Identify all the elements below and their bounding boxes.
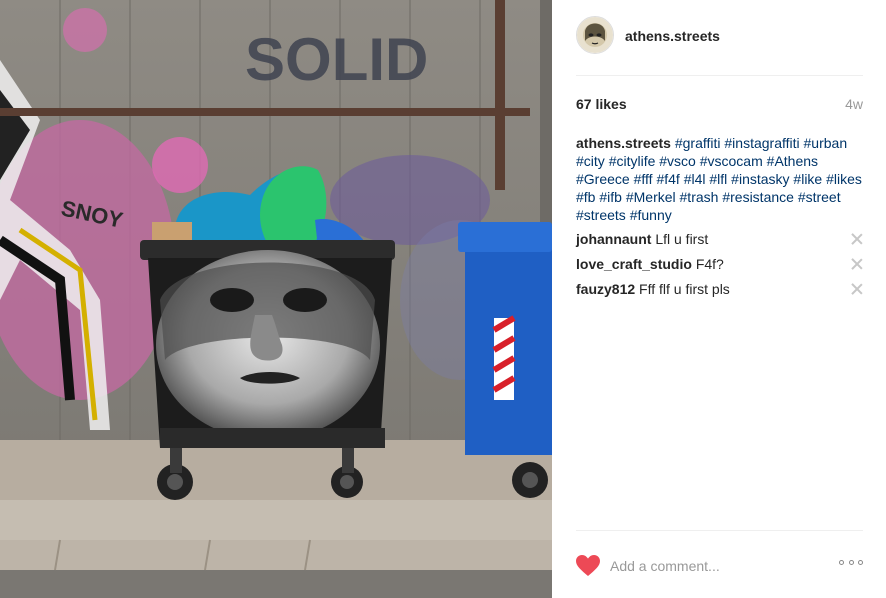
hashtag-link[interactable]: #trash — [680, 189, 719, 205]
hashtag-link[interactable]: #urban — [804, 135, 848, 151]
comment-username-link[interactable]: johannaunt — [576, 231, 651, 247]
hashtag-link[interactable]: #vsco — [659, 153, 696, 169]
hashtag-link[interactable]: #instagraffiti — [724, 135, 799, 151]
dot — [858, 560, 863, 565]
delete-comment-icon[interactable] — [851, 233, 863, 245]
hashtag-link[interactable]: #fb — [576, 189, 595, 205]
caption-username-link[interactable]: athens.streets — [576, 135, 671, 151]
comment-item: love_craft_studio F4f? — [576, 255, 863, 280]
comment-item: johannaunt Lfl u first — [576, 230, 863, 255]
comments-list: athens.streets #graffiti #instagraffiti … — [576, 134, 863, 305]
add-comment-input[interactable] — [610, 557, 810, 575]
dot — [839, 560, 844, 565]
hashtag-link[interactable]: #fff — [634, 171, 653, 187]
post-sidebar: athens.streets 67 likes 4w athens.street… — [552, 0, 886, 598]
likes-row: 67 likes 4w — [576, 96, 863, 112]
comment-text: Fff flf u first pls — [639, 281, 730, 297]
hashtag-link[interactable]: #streets — [576, 207, 626, 223]
post-photo[interactable]: SNOY SOLID — [0, 0, 552, 598]
hashtag-link[interactable]: #lfl — [709, 171, 727, 187]
hashtag-link[interactable]: #instasky — [731, 171, 789, 187]
hashtag-link[interactable]: #l4l — [684, 171, 706, 187]
post-footer — [576, 530, 863, 598]
comment-item: fauzy812 Fff flf u first pls — [576, 280, 863, 305]
hashtag-link[interactable]: #Merkel — [626, 189, 676, 205]
dot — [848, 560, 854, 565]
hashtag-link[interactable]: #citylife — [609, 153, 656, 169]
heart-shape — [576, 555, 600, 576]
delete-comment-icon[interactable] — [851, 283, 863, 295]
likes-count[interactable]: 67 likes — [576, 96, 627, 112]
avatar[interactable] — [576, 16, 614, 54]
post-dialog: SNOY SOLID athens.streets 67 likes 4w at… — [0, 0, 886, 598]
comment-username-link[interactable]: fauzy812 — [576, 281, 635, 297]
hashtag-link[interactable]: #like — [793, 171, 822, 187]
hashtag-link[interactable]: #Athens — [767, 153, 818, 169]
comment-text: Lfl u first — [655, 231, 709, 247]
like-heart-icon[interactable] — [576, 555, 600, 577]
hashtag-link[interactable]: #ifb — [599, 189, 622, 205]
hashtag-link[interactable]: #f4f — [656, 171, 679, 187]
post-caption: athens.streets #graffiti #instagraffiti … — [576, 134, 863, 224]
hashtag-link[interactable]: #vscocam — [700, 153, 763, 169]
hashtag-link[interactable]: #street — [798, 189, 841, 205]
street-photo-illustration: SNOY SOLID — [0, 0, 552, 598]
hashtag-link[interactable]: #Greece — [576, 171, 630, 187]
delete-comment-icon[interactable] — [851, 258, 863, 270]
comment-username-link[interactable]: love_craft_studio — [576, 256, 692, 272]
avatar-face-icon — [577, 17, 613, 53]
hashtag-link[interactable]: #likes — [826, 171, 862, 187]
hashtag-link[interactable]: #graffiti — [675, 135, 721, 151]
wall-graffiti-text: SOLID — [245, 26, 428, 93]
hashtag-link[interactable]: #funny — [630, 207, 672, 223]
post-age[interactable]: 4w — [845, 96, 863, 112]
more-options-icon[interactable] — [839, 560, 863, 570]
comment-text: F4f? — [695, 256, 724, 272]
hashtag-link[interactable]: #city — [576, 153, 605, 169]
hashtag-link[interactable]: #resistance — [722, 189, 794, 205]
post-header: athens.streets — [576, 16, 863, 76]
header-username-link[interactable]: athens.streets — [625, 28, 720, 44]
